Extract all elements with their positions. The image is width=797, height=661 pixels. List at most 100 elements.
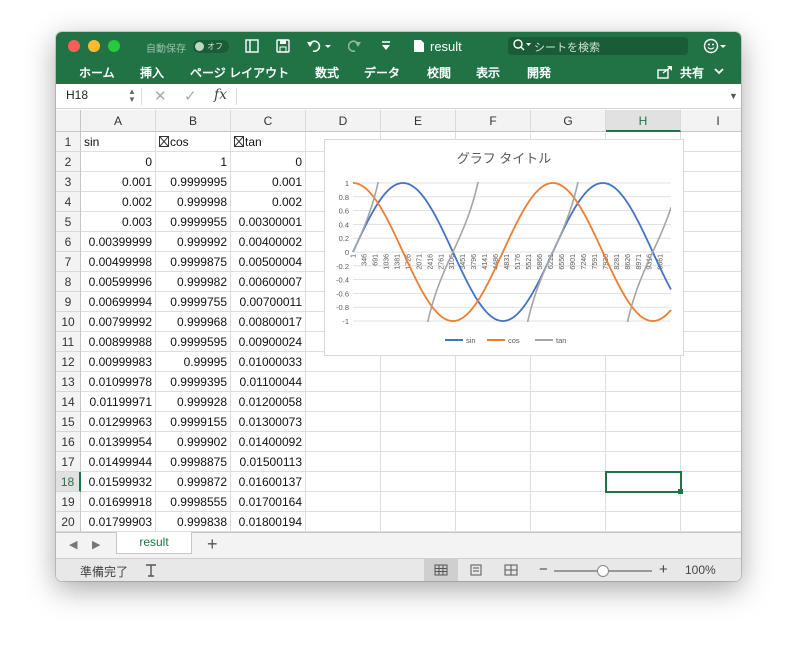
cell-d18[interactable] [306,472,381,492]
cell-b13[interactable]: 0.9999395 [156,372,231,392]
cell-f13[interactable] [456,372,531,392]
cell-g14[interactable] [531,392,606,412]
cell-e16[interactable] [381,432,456,452]
normal-view-icon[interactable] [424,559,458,581]
tab-view[interactable]: 表示 [476,64,500,81]
cell-a20[interactable]: 0.01799903 [81,512,156,532]
selected-cell-outline[interactable] [605,471,682,493]
cell-a1[interactable]: sin [81,132,156,152]
cell-g18[interactable] [531,472,606,492]
cell-g17[interactable] [531,452,606,472]
cell-b8[interactable]: 0.999982 [156,272,231,292]
fill-handle[interactable] [678,489,683,494]
row-header[interactable]: 2 [56,152,81,172]
redo-icon[interactable] [347,39,362,55]
cell-b7[interactable]: 0.9999875 [156,252,231,272]
cell-a17[interactable]: 0.01499944 [81,452,156,472]
cell-c10[interactable]: 0.00800017 [231,312,306,332]
row-header[interactable]: 17 [56,452,81,472]
cell-a11[interactable]: 0.00899988 [81,332,156,352]
cell-d13[interactable] [306,372,381,392]
row-header[interactable]: 15 [56,412,81,432]
function-icon[interactable]: fx [214,87,227,103]
column-header-e[interactable]: E [381,110,456,132]
column-header-d[interactable]: D [306,110,381,132]
cell-c9[interactable]: 0.00700011 [231,292,306,312]
cell-a6[interactable]: 0.00399999 [81,232,156,252]
cell-c7[interactable]: 0.00500004 [231,252,306,272]
cell-b20[interactable]: 0.999838 [156,512,231,532]
row-header[interactable]: 5 [56,212,81,232]
row-header[interactable]: 6 [56,232,81,252]
search-input[interactable]: シートを検索 [508,37,688,55]
row-header[interactable]: 8 [56,272,81,292]
cell-i16[interactable] [681,432,741,452]
cell-i18[interactable] [681,472,741,492]
column-header-c[interactable]: C [231,110,306,132]
column-header-g[interactable]: G [531,110,606,132]
name-box[interactable]: H18 [66,88,88,102]
cell-e20[interactable] [381,512,456,532]
select-all-corner[interactable] [56,110,81,132]
column-header-b[interactable]: B [156,110,231,132]
cell-e15[interactable] [381,412,456,432]
tab-review[interactable]: 校閲 [427,64,451,81]
column-header-h[interactable]: H [606,110,681,132]
cell-a5[interactable]: 0.003 [81,212,156,232]
cell-b10[interactable]: 0.999968 [156,312,231,332]
cell-i14[interactable] [681,392,741,412]
cell-a13[interactable]: 0.01099978 [81,372,156,392]
cell-g15[interactable] [531,412,606,432]
cell-c20[interactable]: 0.01800194 [231,512,306,532]
cell-b3[interactable]: 0.9999995 [156,172,231,192]
accessibility-icon[interactable] [144,563,160,581]
cell-c4[interactable]: 0.002 [231,192,306,212]
row-header[interactable]: 3 [56,172,81,192]
cell-c13[interactable]: 0.01100044 [231,372,306,392]
cell-f19[interactable] [456,492,531,512]
row-header[interactable]: 11 [56,332,81,352]
cell-i7[interactable] [681,252,741,272]
cell-i9[interactable] [681,292,741,312]
cell-a10[interactable]: 0.00799992 [81,312,156,332]
cell-b16[interactable]: 0.999902 [156,432,231,452]
cell-a2[interactable]: 0 [81,152,156,172]
cell-b17[interactable]: 0.9998875 [156,452,231,472]
cell-d20[interactable] [306,512,381,532]
cell-c16[interactable]: 0.01400092 [231,432,306,452]
row-header[interactable]: 19 [56,492,81,512]
cell-a9[interactable]: 0.00699994 [81,292,156,312]
cell-e17[interactable] [381,452,456,472]
cell-g13[interactable] [531,372,606,392]
zoom-out-icon[interactable]: − [539,561,548,578]
cell-c17[interactable]: 0.01500113 [231,452,306,472]
tab-home[interactable]: ホーム [79,64,115,81]
zoom-slider-thumb[interactable] [597,565,609,577]
chart[interactable]: グラフ タイトル 1 0.8 0.6 0.4 0.2 0 -0.2 -0.4 -0.6 -0.8 -1… [324,139,684,356]
row-header[interactable]: 12 [56,352,81,372]
cell-i10[interactable] [681,312,741,332]
cell-f17[interactable] [456,452,531,472]
cell-b5[interactable]: 0.9999955 [156,212,231,232]
cell-c15[interactable]: 0.01300073 [231,412,306,432]
row-header[interactable]: 16 [56,432,81,452]
row-header[interactable]: 14 [56,392,81,412]
cell-a4[interactable]: 0.002 [81,192,156,212]
row-header[interactable]: 9 [56,292,81,312]
column-header-f[interactable]: F [456,110,531,132]
name-box-stepper[interactable]: ▲ ▼ [128,88,136,104]
next-sheet-icon[interactable]: ▶ [92,538,100,551]
cell-b11[interactable]: 0.9999595 [156,332,231,352]
row-header[interactable]: 10 [56,312,81,332]
cell-d15[interactable] [306,412,381,432]
minimize-window-icon[interactable] [88,40,100,52]
customize-icon[interactable] [381,40,391,54]
share-button[interactable]: 共有 [680,64,704,81]
cell-d19[interactable] [306,492,381,512]
cell-i6[interactable] [681,232,741,252]
cell-g16[interactable] [531,432,606,452]
cell-a18[interactable]: 0.01599932 [81,472,156,492]
tab-insert[interactable]: 挿入 [140,64,164,81]
row-header[interactable]: 4 [56,192,81,212]
cell-f15[interactable] [456,412,531,432]
